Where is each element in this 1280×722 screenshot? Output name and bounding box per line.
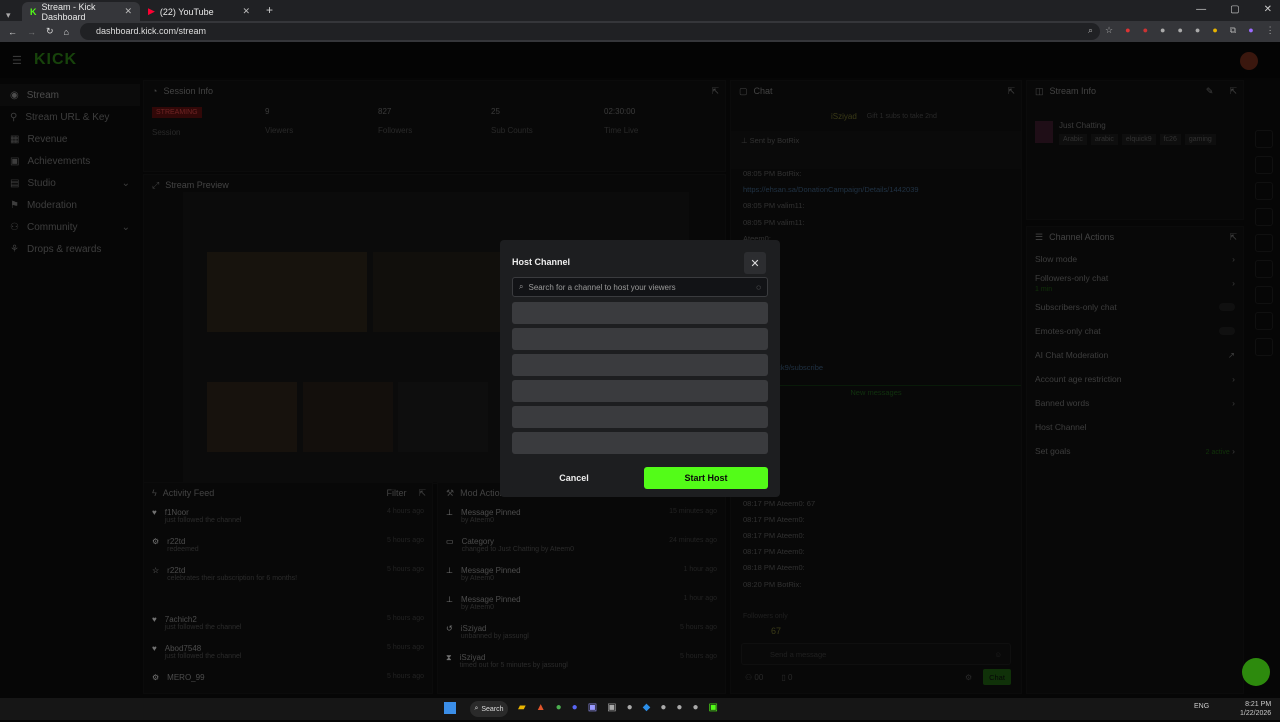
channel-results-list bbox=[512, 302, 768, 460]
extensions-puzzle-icon[interactable]: ⧉ bbox=[1230, 25, 1236, 36]
browser-tab-bar: ▾ K Stream - Kick Dashboard ✕ ▶ (22) You… bbox=[0, 0, 1280, 22]
search-icon: ⌕ bbox=[474, 705, 479, 712]
youtube-favicon-icon: ▶ bbox=[148, 6, 155, 16]
back-icon[interactable]: ← bbox=[8, 27, 17, 37]
minimize-icon[interactable]: — bbox=[1196, 4, 1206, 15]
menu-dots-icon[interactable]: ⋮ bbox=[1266, 25, 1275, 36]
taskbar-apps: ▰ ▲ ● ● ▣ ▣ ● ◆ ● ● ● ▣ bbox=[518, 702, 718, 713]
tab-youtube[interactable]: ▶ (22) YouTube ✕ bbox=[140, 2, 258, 21]
zoom-icon[interactable]: ⌕ bbox=[1088, 25, 1093, 36]
extension-icon[interactable]: ● bbox=[1143, 25, 1148, 36]
search-icon: ⌕ bbox=[519, 282, 524, 291]
home-icon[interactable]: ⌂ bbox=[64, 27, 69, 37]
new-tab-icon[interactable]: + bbox=[258, 3, 281, 21]
taskbar-clock[interactable]: 8:21 PM 1/22/2026 bbox=[1240, 700, 1271, 718]
app-icon[interactable]: ● bbox=[676, 702, 682, 713]
vscode-icon[interactable]: ◆ bbox=[643, 702, 651, 713]
tab-title: Stream - Kick Dashboard bbox=[41, 1, 96, 22]
url-field[interactable]: dashboard.kick.com/stream bbox=[80, 23, 1100, 40]
search-placeholder: Search for a channel to host your viewer… bbox=[528, 282, 676, 292]
tab-search-icon[interactable]: ▾ bbox=[0, 10, 22, 21]
tab-title: (22) YouTube bbox=[159, 6, 214, 17]
host-channel-modal: Host Channel ✕ ⌕ Search for a channel to… bbox=[500, 240, 780, 497]
address-bar: ← → ↻ ⌂ dashboard.kick.com/stream ⌕ ☆ ● … bbox=[0, 21, 1280, 42]
search-label: Search bbox=[481, 705, 504, 713]
loading-placeholder bbox=[512, 432, 768, 454]
profile-avatar-icon[interactable]: ● bbox=[1248, 25, 1253, 36]
close-window-icon[interactable]: ✕ bbox=[1264, 4, 1272, 15]
modal-title: Host Channel bbox=[512, 257, 571, 267]
extension-icon[interactable]: ● bbox=[1195, 25, 1200, 36]
app-icon[interactable]: ● bbox=[692, 702, 698, 713]
cancel-button[interactable]: Cancel bbox=[512, 467, 636, 489]
extension-icon[interactable]: ● bbox=[1125, 25, 1130, 36]
language-indicator[interactable]: ENG bbox=[1194, 703, 1209, 710]
url-text: dashboard.kick.com/stream bbox=[96, 26, 207, 36]
extension-icon[interactable]: ● bbox=[1177, 25, 1182, 36]
extension-icon[interactable]: ● bbox=[1160, 25, 1165, 36]
browser-toolbar-icons: ⌕ ☆ ● ● ● ● ● ● ⧉ ● ⋮ bbox=[1088, 25, 1275, 36]
clock-time: 8:21 PM bbox=[1245, 701, 1272, 708]
loading-placeholder bbox=[512, 406, 768, 428]
forward-icon[interactable]: → bbox=[27, 27, 36, 37]
taskbar-search[interactable]: ⌕ Search bbox=[470, 701, 508, 717]
windows-taskbar: ⌕ Search ▰ ▲ ● ● ▣ ▣ ● ◆ ● ● ● ▣ ENG 8:21… bbox=[0, 698, 1280, 720]
file-explorer-icon[interactable]: ▰ bbox=[518, 702, 526, 713]
host-search-input[interactable]: ⌕ Search for a channel to host your view… bbox=[512, 277, 768, 297]
start-host-button[interactable]: Start Host bbox=[644, 467, 768, 489]
loading-spinner-icon: ◌ bbox=[756, 282, 761, 292]
kick-app-icon[interactable]: ▣ bbox=[709, 702, 718, 713]
kick-favicon-icon: K bbox=[30, 6, 37, 17]
app-icon[interactable]: ● bbox=[660, 702, 666, 713]
loading-placeholder bbox=[512, 380, 768, 402]
extension-icon[interactable]: ● bbox=[1212, 25, 1217, 36]
tab-kick-dashboard[interactable]: K Stream - Kick Dashboard ✕ bbox=[22, 1, 140, 22]
windows-start-icon[interactable] bbox=[444, 702, 456, 714]
bookmark-star-icon[interactable]: ☆ bbox=[1105, 25, 1113, 36]
close-tab-icon[interactable]: ✕ bbox=[124, 6, 132, 17]
close-icon[interactable]: ✕ bbox=[744, 252, 766, 274]
clock-date: 1/22/2026 bbox=[1240, 710, 1272, 717]
premiere-icon[interactable]: ▣ bbox=[588, 702, 597, 713]
close-tab-icon[interactable]: ✕ bbox=[242, 6, 250, 17]
app-icon[interactable]: ● bbox=[627, 702, 633, 713]
brave-icon[interactable]: ▲ bbox=[536, 702, 546, 713]
window-controls: — ▢ ✕ bbox=[1196, 4, 1272, 15]
loading-placeholder bbox=[512, 302, 768, 324]
maximize-icon[interactable]: ▢ bbox=[1230, 4, 1239, 15]
loading-placeholder bbox=[512, 328, 768, 350]
discord-icon[interactable]: ● bbox=[572, 702, 578, 713]
reload-icon[interactable]: ↻ bbox=[46, 26, 54, 37]
loading-placeholder bbox=[512, 354, 768, 376]
app-icon[interactable]: ▣ bbox=[607, 702, 616, 713]
chrome-icon[interactable]: ● bbox=[556, 702, 562, 713]
